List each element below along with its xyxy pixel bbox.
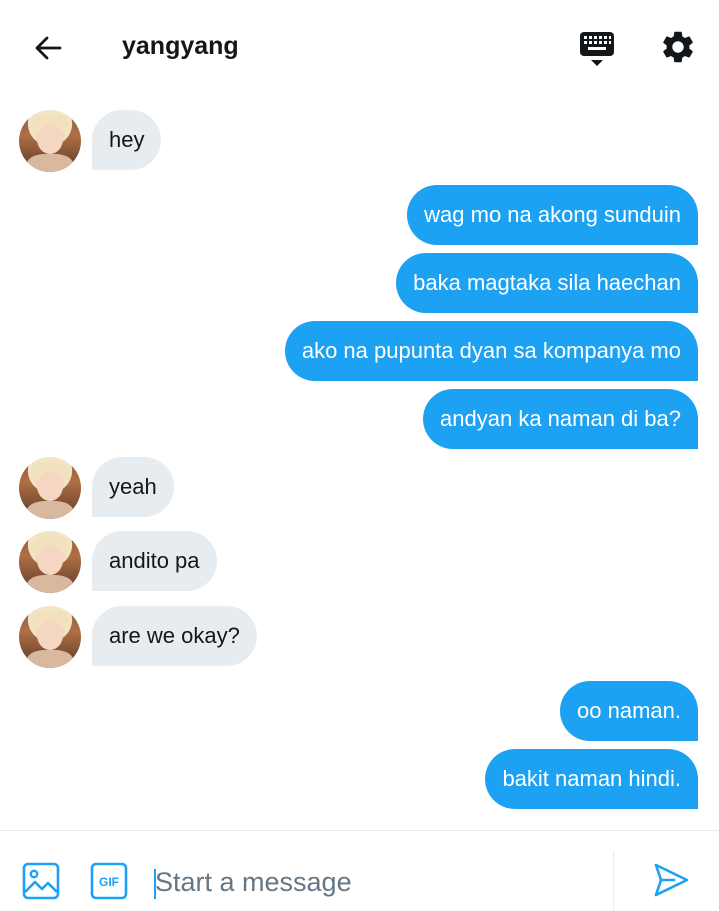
incoming-message-bubble[interactable]: hey: [92, 110, 162, 170]
outgoing-message-bubble[interactable]: baka magtaka sila haechan: [396, 253, 698, 313]
outgoing-message-bubble[interactable]: ako na pupunta dyan sa kompanya mo: [284, 321, 698, 381]
avatar[interactable]: [19, 531, 81, 593]
send-button[interactable]: [652, 861, 692, 901]
add-image-button[interactable]: [22, 862, 60, 900]
composer-divider: [613, 851, 614, 911]
avatar[interactable]: [19, 606, 81, 668]
back-arrow-icon: [35, 36, 62, 60]
gear-icon: [663, 31, 693, 63]
message-input[interactable]: [155, 861, 595, 903]
avatar[interactable]: [19, 110, 81, 172]
keyboard-icon: [580, 32, 614, 66]
outgoing-message-bubble[interactable]: andyan ka naman di ba?: [423, 389, 698, 449]
outgoing-message-bubble[interactable]: oo naman.: [560, 681, 698, 741]
conversation-title: yangyang: [122, 32, 239, 60]
outgoing-message-bubble[interactable]: wag mo na akong sunduin: [407, 185, 698, 245]
incoming-message-bubble[interactable]: yeah: [92, 457, 174, 517]
incoming-message-bubble[interactable]: andito pa: [92, 531, 217, 591]
back-button[interactable]: [28, 28, 68, 68]
incoming-message-bubble[interactable]: are we okay?: [92, 606, 257, 666]
conversation-header: yangyang: [0, 0, 719, 96]
gif-icon: GIF: [90, 862, 128, 900]
keyboard-shortcuts-button[interactable]: [576, 28, 618, 70]
outgoing-message-bubble[interactable]: bakit naman hindi.: [485, 749, 698, 809]
avatar[interactable]: [19, 457, 81, 519]
message-composer: GIF: [0, 830, 719, 911]
gif-label: GIF: [99, 875, 119, 889]
settings-button[interactable]: [656, 25, 700, 69]
add-gif-button[interactable]: GIF: [90, 862, 128, 900]
image-icon: [22, 862, 60, 900]
send-icon: [654, 863, 689, 897]
